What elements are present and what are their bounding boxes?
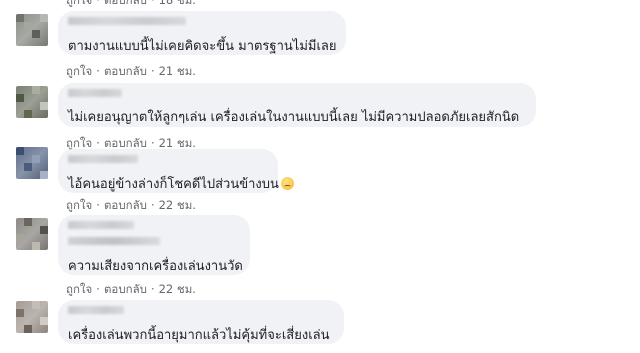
avatar-pixel <box>32 30 40 38</box>
reply-link[interactable]: ตอบกลับ <box>104 63 147 81</box>
avatar-pixel <box>32 242 40 250</box>
separator: · <box>150 198 155 212</box>
comment-text-body: ไอ้คนอยู่ข้างล่างก็โชคดีไปส่วนข้างบน <box>68 177 279 192</box>
separator: · <box>150 64 155 78</box>
avatar-pixel <box>40 226 48 234</box>
comment-text: เครื่องเล่นพวกนี้อายุมากแล้วไม่คุ้มที่จะ… <box>68 328 330 343</box>
avatar-pixel <box>16 14 24 22</box>
like-link[interactable]: ถูกใจ <box>66 63 92 81</box>
avatar[interactable] <box>16 14 48 46</box>
avatar[interactable] <box>16 147 48 179</box>
comment-actions: ถูกใจ · ตอบกลับ · 22 ชม. <box>66 197 196 215</box>
commenter-name[interactable] <box>68 306 124 314</box>
sad-face-icon <box>280 177 294 190</box>
comment-time[interactable]: 21 ชม. <box>159 63 196 81</box>
comment-time[interactable]: 18 ชม. <box>159 0 196 10</box>
avatar-pixel <box>16 94 24 102</box>
commenter-name[interactable] <box>68 155 138 163</box>
comment-time[interactable]: 22 ชม. <box>159 281 196 299</box>
avatar-pixel <box>32 86 40 94</box>
comment-actions: ถูกใจ · ตอบกลับ · 22 ชม. <box>66 281 196 299</box>
reply-link[interactable]: ตอบกลับ <box>104 281 147 299</box>
separator: · <box>150 136 155 150</box>
avatar-pixel <box>24 218 32 226</box>
comment-bubble: ไอ้คนอยู่ข้างล่างก็โชคดีไปส่วนข้างบน <box>58 149 294 193</box>
avatar-pixel <box>16 309 24 317</box>
comment-text: ตามงานแบบนี้ไม่เคยคิดจะขึ้น มาตรฐานไม่มี… <box>68 39 337 54</box>
avatar-pixel <box>40 317 48 325</box>
commenter-name[interactable] <box>68 17 186 25</box>
comment-bubble: ไม่เคยอนุญาตให้ลูกๆเล่น เครื่องเล่นในงาน… <box>58 83 536 127</box>
avatar-pixel <box>40 102 48 110</box>
commenter-name[interactable] <box>68 221 134 229</box>
like-link[interactable]: ถูกใจ <box>66 197 92 215</box>
separator: · <box>96 198 100 212</box>
commenter-name[interactable] <box>68 89 122 97</box>
comment-text: ไอ้คนอยู่ข้างล่างก็โชคดีไปส่วนข้างบน <box>68 173 294 194</box>
separator: · <box>150 0 155 7</box>
avatar-pixel <box>40 14 48 22</box>
avatar[interactable] <box>16 218 48 250</box>
comment-bubble: ตามงานแบบนี้ไม่เคยคิดจะขึ้น มาตรฐานไม่มี… <box>58 11 346 55</box>
comment-actions-0: ถูกใจ · ตอบกลับ · 18 ชม. <box>66 0 196 10</box>
comment-actions: ถูกใจ · ตอบกลับ · 21 ชม. <box>66 63 196 81</box>
separator: · <box>96 64 100 78</box>
separator: · <box>96 282 100 296</box>
avatar-pixel <box>16 147 24 155</box>
avatar-pixel <box>32 301 40 309</box>
avatar[interactable] <box>16 86 48 118</box>
avatar[interactable] <box>16 301 48 333</box>
comment-text: ไม่เคยอนุญาตให้ลูกๆเล่น เครื่องเล่นในงาน… <box>68 110 520 125</box>
like-link[interactable]: ถูกใจ <box>66 0 92 10</box>
avatar-pixel <box>24 22 32 30</box>
avatar-pixel <box>32 155 40 163</box>
like-link[interactable]: ถูกใจ <box>66 281 92 299</box>
comment-time[interactable]: 22 ชม. <box>159 197 196 215</box>
avatar-pixel <box>24 163 32 171</box>
avatar-pixel <box>24 325 32 333</box>
avatar-pixel <box>24 110 32 118</box>
reply-link[interactable]: ตอบกลับ <box>104 197 147 215</box>
separator: · <box>150 282 155 296</box>
comment-bubble: ความเสียงจากเครื่องเล่นงานวัด <box>58 215 250 275</box>
separator: · <box>96 136 100 150</box>
comment-text: ความเสียงจากเครื่องเล่นงานวัด <box>68 259 243 274</box>
separator: · <box>96 0 100 7</box>
commenter-name-extra <box>68 237 160 245</box>
avatar-pixel <box>16 234 24 242</box>
reply-link[interactable]: ตอบกลับ <box>104 0 147 10</box>
comment-bubble: เครื่องเล่นพวกนี้อายุมากแล้วไม่คุ้มที่จะ… <box>58 300 344 344</box>
avatar-pixel <box>40 171 48 179</box>
